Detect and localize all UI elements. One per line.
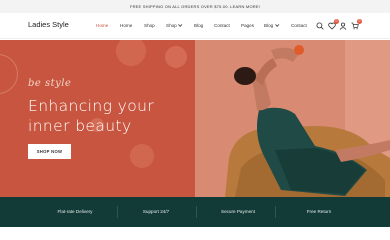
feature-secure-payment: Secure Payment [221, 209, 255, 214]
nav-item-blog-dropdown[interactable]: Blog [264, 22, 280, 28]
hero-heading: Enhancing your inner beauty [28, 96, 188, 136]
hero-model-image [195, 40, 390, 197]
nav-item-pages[interactable]: Pages [241, 23, 254, 28]
user-icon[interactable] [339, 22, 347, 30]
model-photo [195, 40, 390, 197]
hero-script-text: be style [28, 78, 72, 89]
feature-flat-rate-delivery: Flat-rate Delivery [57, 209, 93, 214]
decorative-blob [165, 46, 187, 68]
page-bottom-strip [0, 227, 390, 240]
hero-heading-line: Enhancing your [28, 97, 155, 115]
chevron-down-icon [178, 22, 183, 27]
nav-item-home[interactable]: Home [96, 23, 108, 28]
nav-item-contact[interactable]: Contact [214, 23, 230, 28]
features-bar: Flat-rate Delivery Support 24/7 Secure P… [0, 197, 390, 227]
cart-count-badge: 0 [357, 19, 362, 24]
nav-item-contact-2[interactable]: Contact [291, 23, 307, 28]
feature-support: Support 24/7 [142, 209, 170, 214]
search-icon[interactable] [316, 22, 324, 30]
feature-divider [196, 206, 197, 218]
announcement-bar[interactable]: FREE SHIPPING ON ALL ORDERS OVER $75.00.… [0, 0, 390, 13]
feature-divider [275, 206, 276, 218]
nav-item-blog[interactable]: Blog [194, 23, 203, 28]
shop-now-button[interactable]: SHOP NOW [28, 144, 71, 159]
nav-item-shop[interactable]: Shop [144, 23, 155, 28]
chevron-down-icon [274, 22, 280, 27]
decorative-ring [0, 54, 18, 94]
site-logo[interactable]: Ladies Style [28, 20, 69, 29]
decorative-blob [130, 144, 154, 168]
site-header: Ladies Style Home Home Shop Shop Blog Co… [0, 13, 390, 39]
nav-item-home-2[interactable]: Home [120, 23, 132, 28]
announcement-text[interactable]: FREE SHIPPING ON ALL ORDERS OVER $75.00.… [130, 4, 260, 9]
hero-banner: be style Enhancing your inner beauty SHO… [0, 40, 390, 197]
feature-free-return: Free Return [306, 209, 332, 214]
nav-item-shop-dropdown[interactable]: Shop [166, 22, 183, 28]
hero-heading-line: inner beauty [28, 117, 132, 135]
decorative-blob [116, 40, 146, 66]
